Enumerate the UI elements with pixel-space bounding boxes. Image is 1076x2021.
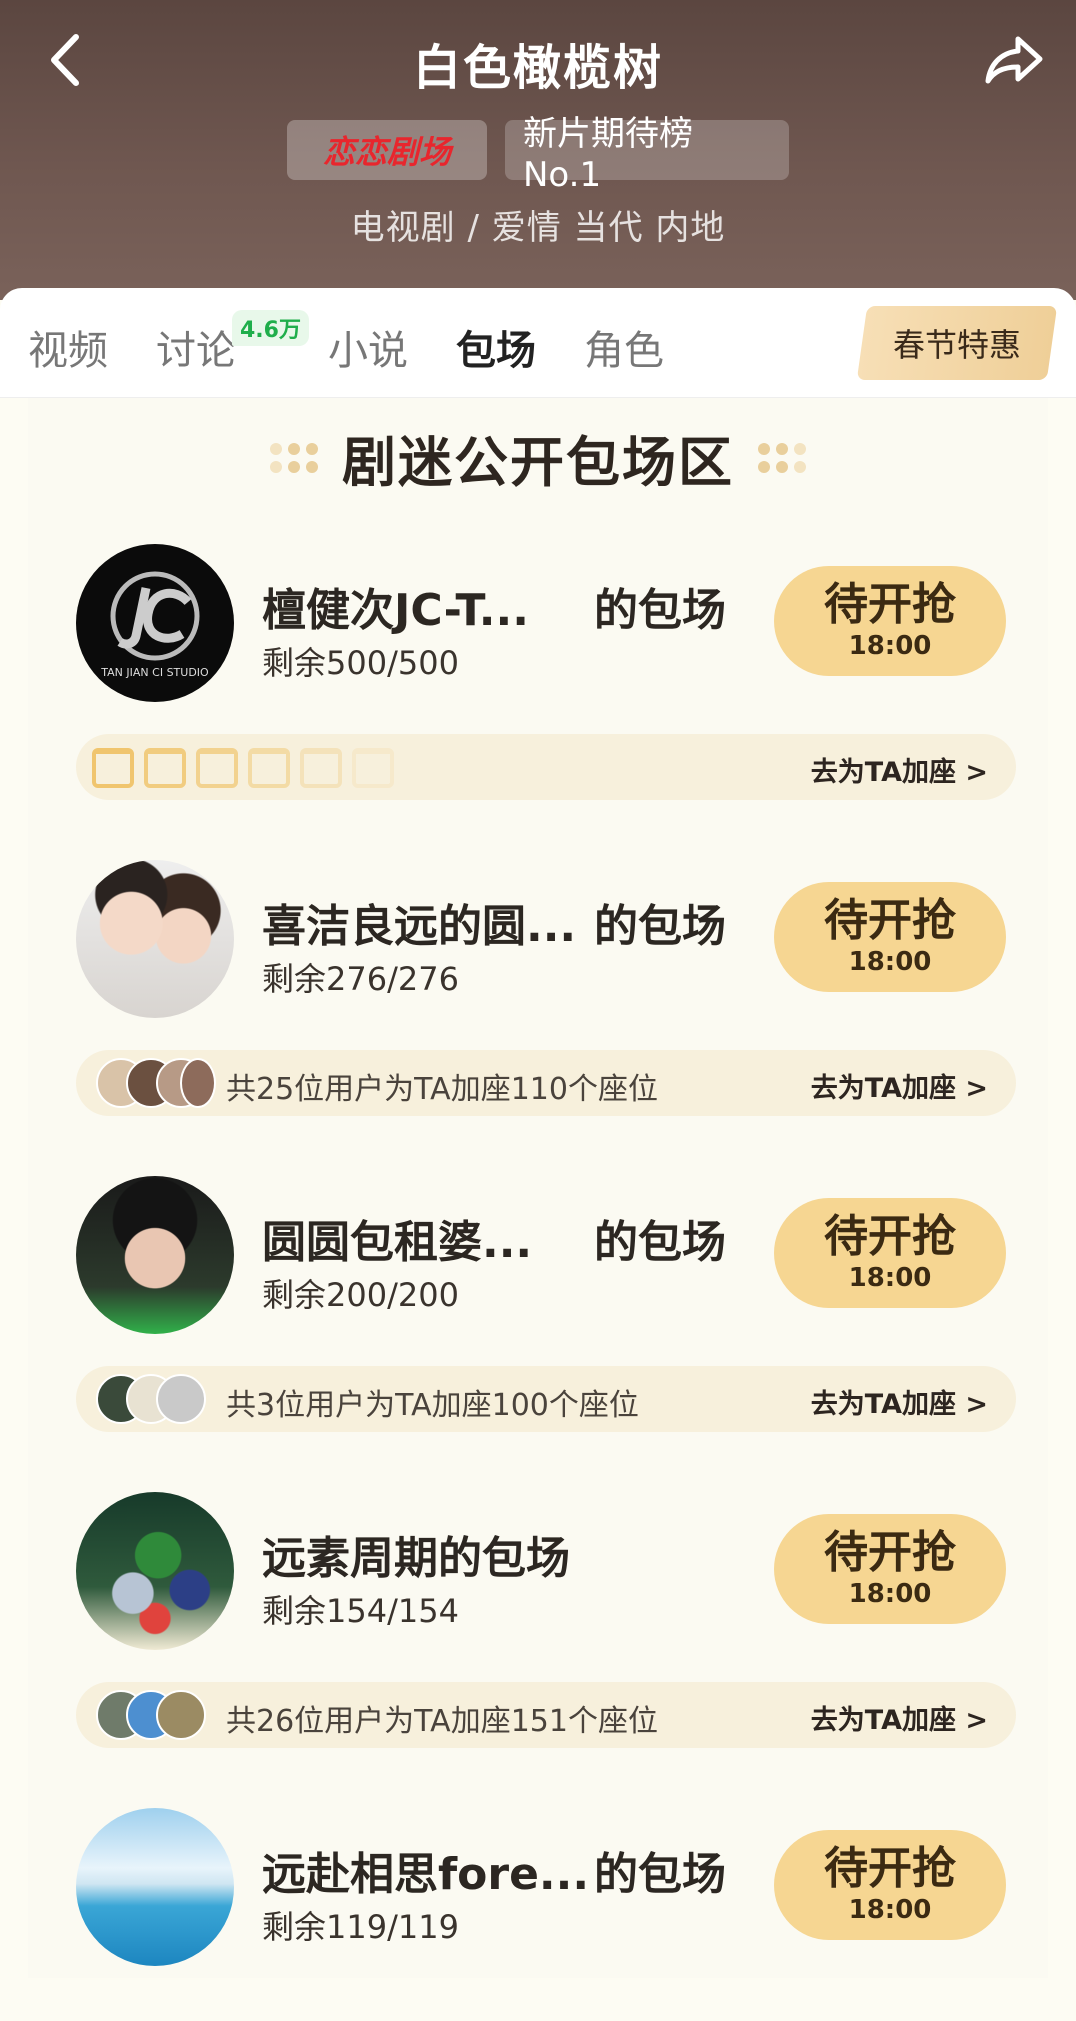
tab-novel[interactable]: 小说 bbox=[328, 318, 408, 376]
share-button[interactable] bbox=[982, 28, 1046, 92]
grab-button-label: 待开抢 bbox=[824, 1843, 956, 1894]
grab-button-label: 待开抢 bbox=[824, 579, 956, 630]
jc-logo-icon: TAN JIAN CI STUDIO bbox=[100, 571, 209, 679]
page-title: 白色橄榄树 bbox=[412, 40, 663, 96]
remaining-seats: 剩余276/276 bbox=[262, 960, 459, 998]
promo-button[interactable]: 春节特惠 bbox=[856, 306, 1058, 380]
grab-button-time: 18:00 bbox=[848, 1579, 932, 1609]
grab-button-time: 18:00 bbox=[848, 631, 932, 661]
tab-characters[interactable]: 角色 bbox=[584, 318, 664, 376]
booking-name[interactable]: 喜洁良远的圆... bbox=[262, 890, 576, 954]
seat-info: 共26位用户为TA加座151个座位 bbox=[226, 1704, 658, 1739]
tab-booking[interactable]: 包场 bbox=[456, 318, 536, 376]
avatar bbox=[156, 1690, 206, 1740]
grab-button[interactable]: 待开抢 18:00 bbox=[774, 882, 1006, 992]
share-icon bbox=[985, 36, 1043, 84]
booking-suffix: 的包场 bbox=[594, 1217, 726, 1268]
grab-button[interactable]: 待开抢 18:00 bbox=[774, 1198, 1006, 1308]
avatar[interactable] bbox=[76, 860, 234, 1018]
booking-name[interactable]: 圆圆包租婆... bbox=[262, 1206, 532, 1270]
add-seat-link[interactable]: 去为TA加座 > bbox=[811, 750, 988, 789]
decor-dots-right bbox=[758, 442, 806, 473]
brand-badge[interactable]: 恋恋剧场 bbox=[287, 120, 487, 180]
header: 白色橄榄树 恋恋剧场 新片期待榜No.1 电视剧 / 爱情 当代 内地 bbox=[0, 0, 1076, 300]
booking-panel: 剧迷公开包场区 TAN JIAN CI STUDIO 檀健次JC-T... 的包… bbox=[28, 398, 1048, 1978]
booking-suffix: 的包场 bbox=[594, 901, 726, 952]
genre-text: 电视剧 / 爱情 当代 内地 bbox=[350, 208, 726, 248]
avatar[interactable]: TAN JIAN CI STUDIO bbox=[76, 544, 234, 702]
seat-info: 共25位用户为TA加座110个座位 bbox=[226, 1072, 658, 1107]
remaining-seats: 剩余119/119 bbox=[262, 1908, 459, 1946]
avatar[interactable] bbox=[76, 1808, 234, 1966]
booking-name[interactable]: 檀健次JC-T... bbox=[262, 574, 529, 638]
discussion-count-badge: 4.6万 bbox=[232, 310, 309, 346]
booking-name[interactable]: 远赴相思fore... bbox=[262, 1838, 589, 1902]
section-header: 剧迷公开包场区 bbox=[28, 418, 1048, 497]
add-seat-link[interactable]: 去为TA加座 > bbox=[811, 1382, 988, 1421]
grab-button-time: 18:00 bbox=[848, 1895, 932, 1925]
seat-icon bbox=[300, 748, 342, 788]
grab-button[interactable]: 待开抢 18:00 bbox=[774, 1514, 1006, 1624]
add-seat-link[interactable]: 去为TA加座 > bbox=[811, 1698, 988, 1737]
avatar bbox=[156, 1374, 206, 1424]
tab-discussion[interactable]: 讨论 bbox=[156, 318, 236, 376]
svg-text:TAN JIAN CI STUDIO: TAN JIAN CI STUDIO bbox=[100, 666, 209, 679]
grab-button[interactable]: 待开抢 18:00 bbox=[774, 1830, 1006, 1940]
seat-icon bbox=[352, 748, 394, 788]
seat-bar[interactable]: 共3位用户为TA加座100个座位 去为TA加座 > bbox=[76, 1366, 1016, 1432]
seat-icon bbox=[248, 748, 290, 788]
seat-icon bbox=[144, 748, 186, 788]
seat-bar[interactable]: 共26位用户为TA加座151个座位 去为TA加座 > bbox=[76, 1682, 1016, 1748]
section-title: 剧迷公开包场区 bbox=[342, 431, 734, 494]
remaining-seats: 剩余154/154 bbox=[262, 1592, 459, 1630]
grab-button-label: 待开抢 bbox=[824, 895, 956, 946]
tab-video[interactable]: 视频 bbox=[28, 318, 108, 376]
grab-button-time: 18:00 bbox=[848, 1263, 932, 1293]
add-seat-link[interactable]: 去为TA加座 > bbox=[811, 1066, 988, 1105]
grab-button[interactable]: 待开抢 18:00 bbox=[774, 566, 1006, 676]
avatar[interactable] bbox=[76, 1176, 234, 1334]
rank-badge[interactable]: 新片期待榜No.1 bbox=[505, 114, 789, 195]
avatar bbox=[180, 1058, 216, 1108]
booking-suffix: 的包场 bbox=[594, 585, 726, 636]
avatar[interactable] bbox=[76, 1492, 234, 1650]
grab-button-time: 18:00 bbox=[848, 947, 932, 977]
remaining-seats: 剩余500/500 bbox=[262, 644, 459, 682]
seat-bar[interactable]: 共25位用户为TA加座110个座位 去为TA加座 > bbox=[76, 1050, 1016, 1116]
remaining-seats: 剩余200/200 bbox=[262, 1276, 459, 1314]
tab-bar: 视频 讨论 4.6万 小说 包场 角色 春节特惠 bbox=[0, 288, 1076, 398]
seat-icon bbox=[92, 748, 134, 788]
grab-button-label: 待开抢 bbox=[824, 1527, 956, 1578]
seat-info: 共3位用户为TA加座100个座位 bbox=[226, 1388, 639, 1423]
seat-icon bbox=[196, 748, 238, 788]
booking-suffix: 的包场 bbox=[594, 1849, 726, 1900]
decor-dots-left bbox=[270, 442, 318, 473]
grab-button-label: 待开抢 bbox=[824, 1211, 956, 1262]
booking-name[interactable]: 远素周期的包场 bbox=[262, 1522, 570, 1586]
promo-label: 春节特惠 bbox=[892, 326, 1021, 364]
seat-bar[interactable]: 去为TA加座 > bbox=[76, 734, 1016, 800]
